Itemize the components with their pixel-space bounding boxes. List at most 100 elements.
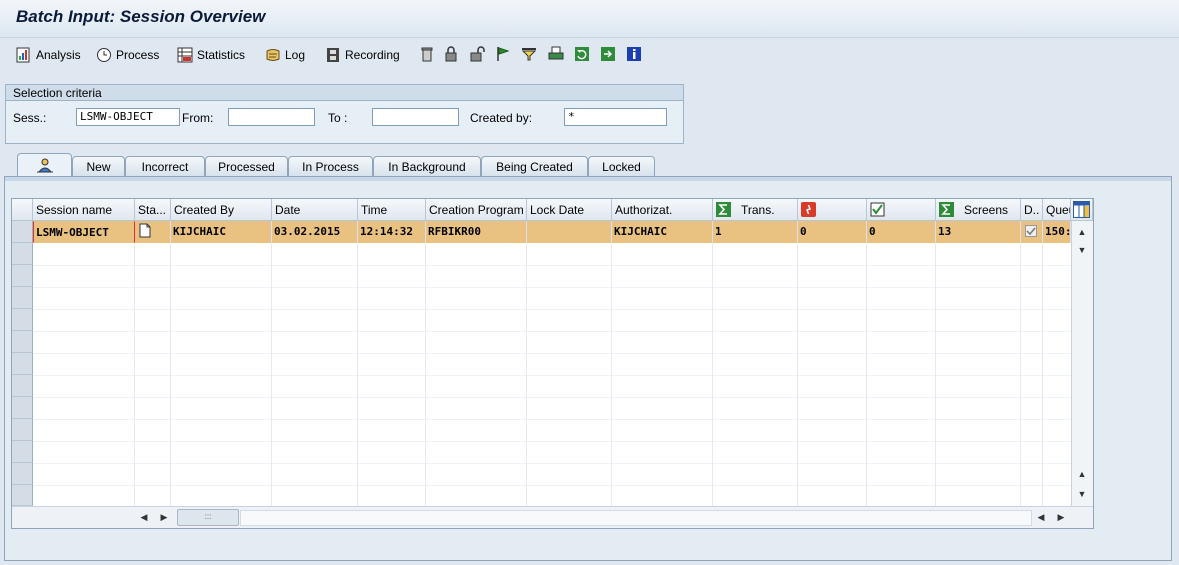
tab-in-process[interactable]: In Process [288, 156, 373, 176]
filter-icon[interactable] [521, 46, 537, 62]
grid-line [526, 221, 527, 506]
title-bar: Batch Input: Session Overview [0, 0, 1179, 38]
session-table: Session name Sta... Created By Date Time… [11, 198, 1094, 529]
row-selector[interactable] [12, 397, 33, 419]
lock-icon[interactable] [443, 46, 459, 62]
horizontal-scrollbar[interactable]: ◀ ▶ ::: ◀ ▶ [12, 506, 1093, 528]
grid-line [33, 485, 1071, 486]
grid-line [611, 221, 612, 506]
analysis-icon [16, 47, 30, 63]
scroll-right-icon[interactable]: ▶ [1054, 510, 1068, 524]
col-authorization[interactable]: Authorizat. [612, 199, 713, 221]
select-all-header[interactable] [12, 199, 33, 221]
created-by-input[interactable]: * [564, 108, 667, 126]
grid-line [866, 221, 867, 506]
scroll-left-icon[interactable]: ◀ [137, 510, 151, 524]
unlock-icon[interactable] [469, 46, 485, 62]
col-date[interactable]: Date [272, 199, 358, 221]
tab-all[interactable] [17, 153, 72, 177]
scroll-up-icon[interactable]: ▲ [1075, 225, 1089, 239]
layout-button[interactable] [1071, 199, 1093, 221]
cell-session-name[interactable]: LSMW-OBJECT [33, 221, 135, 243]
scroll-down-icon[interactable]: ▼ [1075, 243, 1089, 257]
row-selector[interactable] [12, 485, 33, 506]
statistics-button[interactable]: Statistics [177, 46, 245, 64]
to-input[interactable] [372, 108, 459, 126]
analysis-label: Analysis [36, 48, 81, 62]
sess-input[interactable]: LSMW-OBJECT [76, 108, 180, 126]
row-selector[interactable] [12, 331, 33, 353]
col-screens-label: Screens [964, 203, 1009, 217]
grid-line [33, 397, 1071, 398]
row-selector[interactable] [12, 375, 33, 397]
row-selector[interactable] [12, 221, 33, 243]
col-status[interactable]: Sta... [135, 199, 171, 221]
scroll-right-icon[interactable]: ▶ [157, 510, 171, 524]
analysis-button[interactable]: Analysis [16, 46, 81, 64]
delete-icon[interactable] [419, 46, 435, 62]
check-icon [870, 202, 885, 217]
tab-in-background[interactable]: In Background [373, 156, 481, 176]
col-d[interactable]: D.. [1021, 199, 1043, 221]
col-created-by[interactable]: Created By [171, 199, 272, 221]
export-icon[interactable] [600, 46, 616, 62]
refresh-icon[interactable] [574, 46, 590, 62]
tab-new[interactable]: New [72, 156, 125, 176]
row-selector[interactable] [12, 287, 33, 309]
col-trans[interactable]: Trans. [713, 199, 798, 221]
grid-line [170, 221, 171, 506]
tab-processed-label: Processed [218, 160, 275, 174]
row-selector[interactable] [12, 419, 33, 441]
grid-line [425, 221, 426, 506]
col-errors[interactable] [798, 199, 867, 221]
recording-button[interactable]: Recording [325, 46, 400, 64]
cell-status[interactable] [135, 221, 171, 243]
col-screens[interactable]: Screens [936, 199, 1021, 221]
vertical-scrollbar[interactable]: ▲ ▼ ▲ ▼ [1071, 221, 1093, 506]
process-button[interactable]: Process [96, 46, 159, 64]
from-input[interactable] [228, 108, 315, 126]
scroll-left-icon[interactable]: ◀ [1034, 510, 1048, 524]
scroll-track[interactable] [240, 510, 1032, 526]
cell-creation-program: RFBIKR00 [426, 221, 527, 243]
row-selector[interactable] [12, 309, 33, 331]
panel-strip [5, 177, 1171, 181]
statistics-icon [177, 47, 193, 63]
grid-line [33, 265, 1071, 266]
selection-criteria-group: Selection criteria Sess.: LSMW-OBJECT Fr… [5, 84, 684, 144]
row-selector[interactable] [12, 243, 33, 265]
selection-criteria-title: Selection criteria [6, 85, 683, 101]
cell-time: 12:14:32 [358, 221, 426, 243]
flag-icon[interactable] [495, 46, 511, 62]
cell-screens: 13 [936, 221, 1021, 243]
tab-incorrect[interactable]: Incorrect [125, 156, 205, 176]
scroll-down-icon[interactable]: ▼ [1075, 487, 1089, 501]
statistics-label: Statistics [197, 48, 246, 62]
grid-line [797, 221, 798, 506]
tab-being-created[interactable]: Being Created [481, 156, 588, 176]
tab-processed[interactable]: Processed [205, 156, 288, 176]
cell-lock-date [527, 221, 612, 243]
col-queue[interactable]: Queu [1043, 199, 1071, 221]
scroll-thumb[interactable]: ::: [177, 509, 239, 526]
tab-in-process-label: In Process [302, 160, 359, 174]
error-icon [801, 202, 816, 217]
overview-icon [36, 158, 53, 173]
col-processed[interactable] [867, 199, 936, 221]
grid-line [712, 221, 713, 506]
row-selector[interactable] [12, 441, 33, 463]
row-selector[interactable] [12, 353, 33, 375]
tab-locked[interactable]: Locked [588, 156, 655, 176]
scroll-up-icon[interactable]: ▲ [1075, 467, 1089, 481]
row-selector[interactable] [12, 463, 33, 485]
cell-d[interactable] [1021, 221, 1043, 243]
info-icon[interactable] [626, 46, 642, 62]
tab-strip: New Incorrect Processed In Process In Ba… [0, 153, 1179, 177]
col-time[interactable]: Time [358, 199, 426, 221]
col-lock-date[interactable]: Lock Date [527, 199, 612, 221]
col-session-name[interactable]: Session name [33, 199, 135, 221]
col-creation-program[interactable]: Creation Program [426, 199, 527, 221]
print-icon[interactable] [548, 46, 564, 62]
log-button[interactable]: Log [265, 46, 305, 64]
row-selector[interactable] [12, 265, 33, 287]
